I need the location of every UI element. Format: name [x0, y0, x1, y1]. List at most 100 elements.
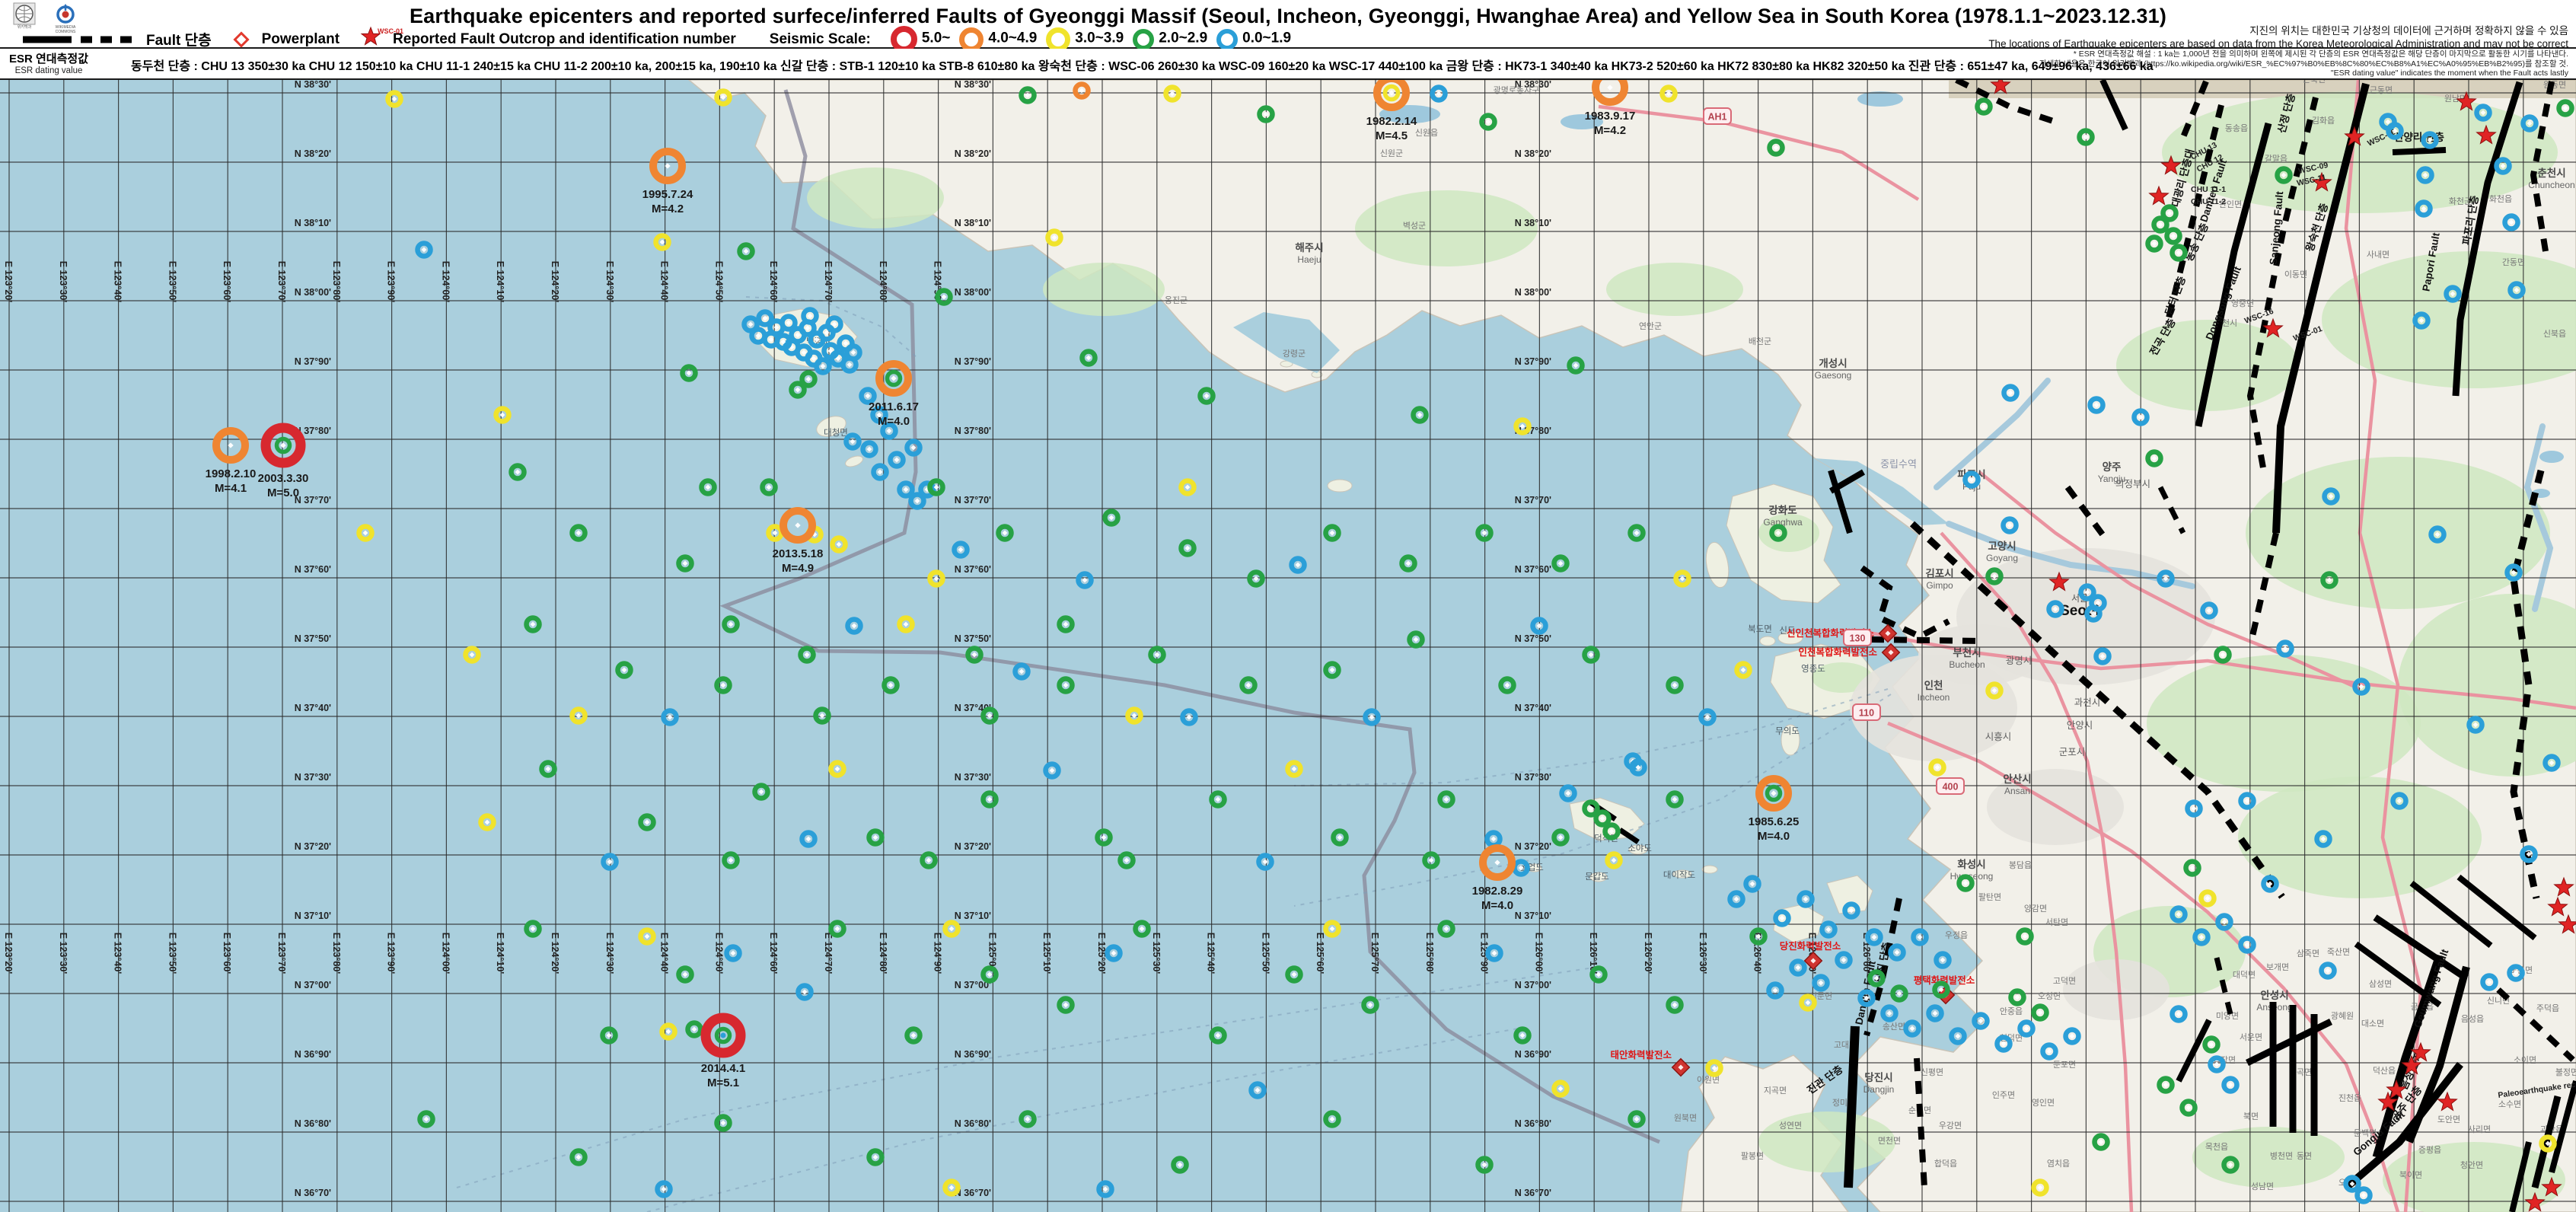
lat-label: N 36°80'	[1515, 1118, 1551, 1129]
place-label: 연안군	[1639, 321, 1662, 331]
lat-label: N 38°10'	[295, 218, 331, 228]
lon-label: E 123°80'	[331, 933, 342, 974]
lat-label: N 37°60'	[295, 564, 331, 575]
place-label: Bucheon	[1949, 659, 1985, 670]
place-label: 고양시	[1988, 541, 2016, 552]
lat-label: N 38°00'	[1515, 287, 1551, 298]
lat-label: N 38°20'	[295, 148, 331, 159]
place-label: 근북면	[2303, 80, 2326, 85]
place-label: 신원읍	[1415, 128, 1438, 138]
lat-label: N 36°70'	[1515, 1188, 1551, 1198]
event-magnitude-label: M=5.0	[267, 486, 299, 499]
place-label: 부천시	[1953, 647, 1981, 659]
lat-label: N 37°20'	[295, 841, 331, 852]
lat-label: N 38°30'	[295, 80, 331, 90]
seismic-scale-ring	[959, 27, 984, 52]
powerplant-label: 태안화력발전소	[1610, 1049, 1672, 1060]
lon-label: E 124°20'	[550, 933, 560, 974]
place-label: 소이면	[2514, 1055, 2536, 1065]
event-date-label: 2003.3.30	[258, 472, 309, 485]
place-label: 소수면	[2498, 1099, 2521, 1109]
map-canvas[interactable]: E 123°20'E 123°30'E 123°40'E 123°50'E 12…	[0, 80, 2576, 1212]
lat-label: N 37°50'	[1515, 633, 1551, 644]
place-label: 성남면	[2251, 1182, 2274, 1191]
place-label: 송산면	[1883, 1022, 1905, 1032]
lat-label: N 36°80'	[295, 1118, 331, 1129]
disclaimer-ko: 지진의 위치는 대한민국 기상청의 데이터에 근거하며 정확하지 않을 수 있음	[1988, 25, 2568, 38]
lat-label: N 38°20'	[1515, 148, 1551, 159]
seismic-scale-label: 5.0~	[922, 30, 951, 46]
lat-label: N 36°90'	[295, 1049, 331, 1060]
lon-label: E 123°70'	[276, 933, 287, 974]
place-label: 덕산읍	[2373, 1066, 2396, 1076]
place-label: 도안면	[2437, 1115, 2460, 1124]
lon-label: E 123°30'	[58, 261, 69, 303]
place-label: 갈말읍	[2265, 153, 2287, 164]
outcrop-legend-label: Reported Fault Outcrop and identificatio…	[393, 31, 736, 48]
esr-bar: ESR 연대측정값 ESR dating value 동두천 단층 : CHU …	[0, 49, 2576, 80]
place-label: Gaesong	[1815, 370, 1852, 381]
lat-label: N 37°90'	[955, 356, 991, 367]
lat-label: N 36°70'	[295, 1188, 331, 1198]
place-label: 오성면	[2038, 991, 2061, 1001]
place-label: 소야도	[1628, 844, 1652, 853]
place-label: 목천읍	[2205, 1141, 2228, 1152]
esr-label-en: ESR dating value	[9, 66, 88, 75]
place-label: 진천읍	[2338, 1092, 2361, 1103]
lon-label: E 123°90'	[386, 933, 397, 974]
place-label: 봉담읍	[2009, 860, 2032, 870]
lat-label: N 37°50'	[295, 633, 331, 644]
place-label: 무의도	[1775, 726, 1800, 736]
lat-label: N 36°90'	[1515, 1049, 1551, 1060]
place-label: 김화읍	[2312, 116, 2335, 126]
lat-label: N 37°50'	[955, 633, 991, 644]
lat-label: N 37°00'	[1515, 980, 1551, 990]
lon-label: E 124°30'	[604, 933, 615, 974]
lon-label: E 125°50'	[1260, 933, 1270, 974]
place-label: 동송읍	[2225, 123, 2248, 133]
place-label: 주덕읍	[2536, 1003, 2559, 1013]
lat-label: N 37°70'	[295, 495, 331, 506]
esr-label-block: ESR 연대측정값 ESR dating value	[9, 50, 88, 75]
place-label: 대이작도	[1663, 870, 1695, 880]
place-label: 양감면	[2024, 904, 2047, 914]
lon-label: E 124°10'	[495, 933, 505, 974]
powerplant-icon	[231, 30, 251, 49]
svg-text:110: 110	[1859, 708, 1874, 719]
lat-label: N 37°90'	[1515, 356, 1551, 367]
lat-label: N 38°20'	[955, 148, 991, 159]
esr-values-text: 동두천 단층 : CHU 13 350±30 ka CHU 12 150±10 …	[131, 56, 2154, 74]
event-date-label: 1983.9.17	[1585, 110, 1636, 123]
outcrop-id-tag: WSC-01	[378, 27, 403, 35]
place-label: 군포시	[2059, 747, 2086, 758]
event-date-label: 2014.4.1	[701, 1062, 745, 1075]
lon-label: E 124°50'	[713, 261, 724, 303]
lat-label: N 38°00'	[955, 287, 991, 298]
event-date-label: 1985.6.25	[1749, 815, 1800, 828]
place-label: 중립수역	[1880, 458, 1917, 470]
lat-label: N 36°90'	[955, 1049, 991, 1060]
lat-label: N 37°60'	[1515, 564, 1551, 575]
lon-label: E 124°80'	[878, 933, 888, 974]
place-label: 불정면	[2555, 1067, 2576, 1077]
lat-label: N 37°40'	[295, 703, 331, 713]
powerplant-label: 인천복합화력발전소	[1798, 646, 1877, 658]
lon-label: E 124°30'	[604, 261, 615, 303]
lat-label: N 37°30'	[295, 772, 331, 783]
place-label: 이동면	[2284, 270, 2307, 279]
commons-icon	[54, 2, 77, 25]
lat-label: N 37°10'	[1515, 911, 1551, 921]
place-label: Yangju	[2098, 474, 2125, 484]
map-svg: E 123°20'E 123°30'E 123°40'E 123°50'E 12…	[0, 80, 2576, 1212]
place-label: 대소면	[2361, 1019, 2384, 1029]
place-label: 안양시	[2067, 720, 2093, 731]
place-label: 염치읍	[2047, 1159, 2070, 1169]
place-label: 화천읍	[2489, 193, 2512, 204]
place-label: 팔봉면	[1741, 1151, 1764, 1161]
seismic-scale-label: 2.0~2.9	[1159, 30, 1207, 46]
lat-label: N 37°70'	[1515, 495, 1551, 506]
place-label: 보개면	[2266, 962, 2289, 972]
lat-label: N 37°40'	[1515, 703, 1551, 713]
lon-label: E 123°60'	[222, 933, 232, 974]
place-label: Goyang	[1986, 553, 2018, 563]
